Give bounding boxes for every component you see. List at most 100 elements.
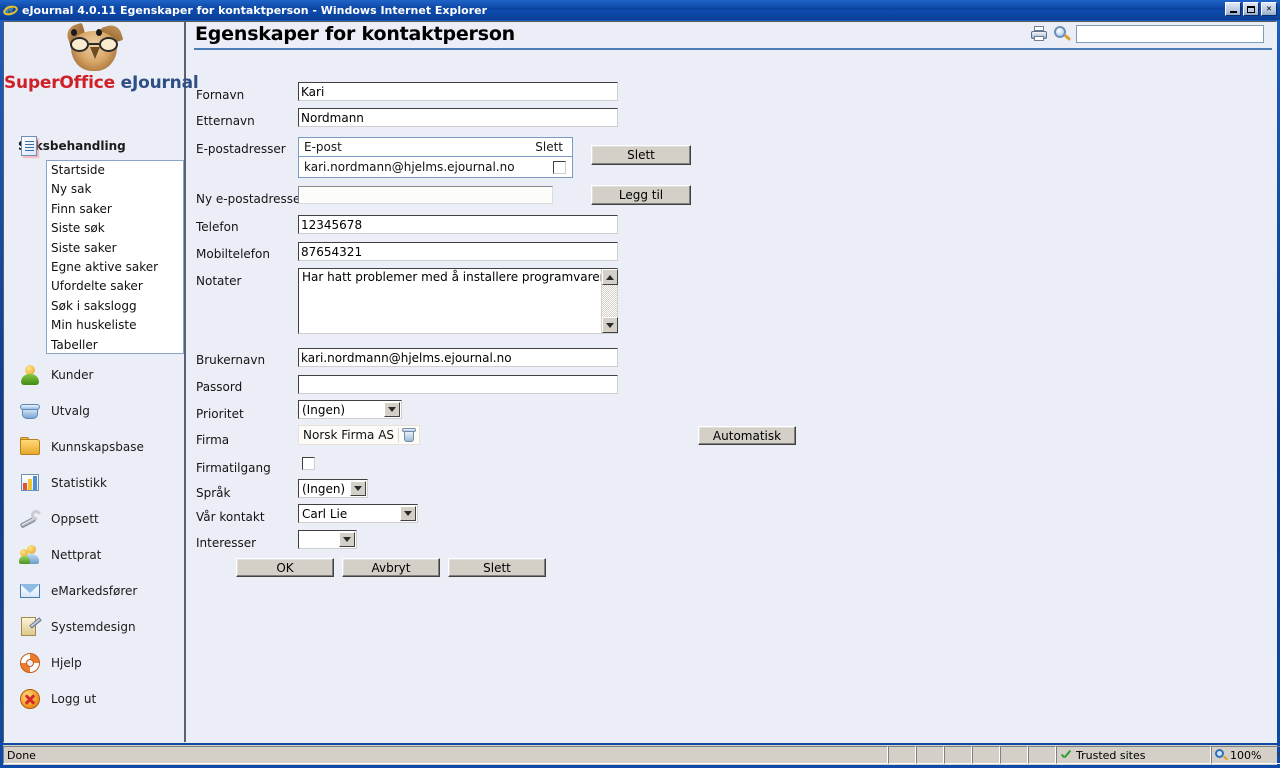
- bin-icon[interactable]: [401, 427, 417, 443]
- close-button[interactable]: ✕: [1261, 2, 1277, 16]
- email-cell: kari.nordmann@hjelms.ejournal.no: [304, 160, 515, 174]
- sidebar-item-hjelp[interactable]: Hjelp: [18, 651, 82, 675]
- sprak-label: Språk: [196, 486, 231, 500]
- sidebar-item-saksbehandling[interactable]: Saksbehandling: [18, 134, 126, 158]
- submenu-item-sok-i-sakslogg[interactable]: Søk i sakslogg: [47, 297, 183, 316]
- sidebar-item-logg-ut[interactable]: Logg ut: [18, 687, 96, 711]
- person-icon: [18, 363, 42, 387]
- automatisk-button[interactable]: Automatisk: [698, 426, 796, 445]
- notater-textarea[interactable]: Har hatt problemer med å installere prog…: [298, 268, 618, 334]
- slett-epost-button[interactable]: Slett: [591, 145, 691, 165]
- email-delete-checkbox[interactable]: [553, 160, 566, 174]
- interesser-select[interactable]: [298, 530, 357, 549]
- search-input[interactable]: [1076, 25, 1264, 43]
- submenu-item-egne-aktive-saker[interactable]: Egne aktive saker: [47, 258, 183, 277]
- var-kontakt-label: Vår kontakt: [196, 510, 265, 524]
- mobiltelefon-input[interactable]: [298, 242, 618, 261]
- window-title: eJournal 4.0.11 Egenskaper for kontaktpe…: [22, 3, 488, 17]
- legg-til-button[interactable]: Legg til: [591, 185, 691, 205]
- green-check-icon: [1060, 749, 1072, 761]
- ny-epostadresse-label: Ny e-postadresse: [196, 192, 301, 206]
- prioritet-value: (Ingen): [302, 402, 346, 417]
- document-icon: [21, 136, 37, 156]
- sidebar-item-emarkedsforer[interactable]: eMarkedsfører: [18, 579, 137, 603]
- owl-logo-icon: [63, 22, 125, 73]
- sidebar-item-label: Logg ut: [51, 692, 97, 706]
- submenu-item-tabeller[interactable]: Tabeller: [47, 336, 183, 355]
- ny-epostadresse-input[interactable]: [298, 186, 553, 204]
- telefon-input[interactable]: [298, 215, 618, 234]
- chevron-down-icon[interactable]: [339, 532, 355, 547]
- var-kontakt-select[interactable]: Carl Lie: [298, 504, 418, 523]
- submenu-item-siste-saker[interactable]: Siste saker: [47, 239, 183, 258]
- header-divider: [194, 48, 1272, 50]
- basket-icon: [18, 399, 42, 423]
- header-tools: [1030, 25, 1264, 43]
- zoom-control[interactable]: 100%: [1211, 746, 1280, 764]
- firma-field[interactable]: Norsk Firma AS: [298, 425, 421, 445]
- epostadresser-label: E-postadresser: [196, 142, 286, 156]
- chevron-down-icon[interactable]: [350, 481, 366, 496]
- submenu-item-startside[interactable]: Startside: [47, 161, 183, 180]
- chevron-down-icon: [606, 322, 614, 328]
- browser-client-area: SuperOffice eJournal Saksbehandling Star…: [3, 21, 1277, 743]
- sprak-select[interactable]: (Ingen): [298, 479, 368, 498]
- sidebar: SuperOffice eJournal Saksbehandling Star…: [4, 22, 199, 742]
- submenu-item-siste-sok[interactable]: Siste søk: [47, 219, 183, 238]
- minimize-button[interactable]: [1225, 2, 1241, 16]
- email-table-header: E-post Slett: [299, 138, 572, 157]
- sidebar-item-nettprat[interactable]: Nettprat: [18, 543, 101, 567]
- notater-label: Notater: [196, 274, 242, 288]
- status-pane: [1000, 746, 1028, 764]
- etternavn-input[interactable]: [298, 108, 618, 127]
- sidebar-item-utvalg[interactable]: Utvalg: [18, 399, 90, 423]
- brukernavn-input[interactable]: [298, 348, 618, 367]
- printer-icon[interactable]: [1030, 26, 1048, 42]
- sidebar-item-statistikk[interactable]: Statistikk: [18, 471, 107, 495]
- scroll-up-button[interactable]: [602, 269, 618, 285]
- sidebar-item-label: Systemdesign: [51, 620, 136, 634]
- passord-input[interactable]: [298, 375, 618, 394]
- submenu-item-ufordelte-saker[interactable]: Ufordelte saker: [47, 277, 183, 296]
- slett-button[interactable]: Slett: [448, 558, 546, 577]
- sidebar-item-kunder[interactable]: Kunder: [18, 363, 93, 387]
- etternavn-label: Etternavn: [196, 114, 255, 128]
- telefon-label: Telefon: [196, 220, 239, 234]
- status-pane: [944, 746, 972, 764]
- sidebar-item-systemdesign[interactable]: Systemdesign: [18, 615, 136, 639]
- fornavn-input[interactable]: [298, 82, 618, 101]
- sidebar-item-label: Statistikk: [51, 476, 107, 490]
- submenu-item-min-huskeliste[interactable]: Min huskeliste: [47, 316, 183, 335]
- security-zone[interactable]: Trusted sites: [1056, 746, 1211, 764]
- maximize-button[interactable]: [1243, 2, 1259, 16]
- security-zone-label: Trusted sites: [1076, 748, 1146, 762]
- window-controls: ✕: [1225, 2, 1277, 16]
- prioritet-select[interactable]: (Ingen): [298, 400, 402, 419]
- notater-scrollbar[interactable]: [601, 269, 618, 333]
- folder-icon: [18, 435, 42, 459]
- logo-brand: SuperOffice: [4, 73, 115, 93]
- ok-button[interactable]: OK: [236, 558, 334, 577]
- sidebar-item-kunnskapsbase[interactable]: Kunnskapsbase: [18, 435, 144, 459]
- sidebar-item-oppsett[interactable]: Oppsett: [18, 507, 99, 531]
- zoom-icon: [1215, 749, 1229, 761]
- scroll-down-button[interactable]: [602, 317, 618, 333]
- chevron-down-icon[interactable]: [400, 506, 416, 521]
- firmatilgang-checkbox[interactable]: [302, 457, 315, 470]
- submenu-item-ny-sak[interactable]: Ny sak: [47, 180, 183, 199]
- status-pane: [888, 746, 916, 764]
- page-content: SuperOffice eJournal Saksbehandling Star…: [4, 22, 1276, 742]
- avbryt-button[interactable]: Avbryt: [342, 558, 440, 577]
- sidebar-item-label: Hjelp: [51, 656, 82, 670]
- firma-value: Norsk Firma AS: [299, 428, 400, 442]
- contact-properties-form: Fornavn Etternavn E-postadresser E-post …: [188, 52, 1276, 742]
- submenu-item-finn-saker[interactable]: Finn saker: [47, 200, 183, 219]
- sprak-value: (Ingen): [302, 481, 346, 496]
- var-kontakt-value: Carl Lie: [302, 506, 348, 521]
- chevron-down-icon[interactable]: [384, 402, 400, 417]
- search-icon[interactable]: [1053, 26, 1072, 42]
- email-column-header: E-post: [304, 140, 342, 154]
- sidebar-item-label: Utvalg: [51, 404, 90, 418]
- design-icon: [18, 615, 42, 639]
- delete-column-header: Slett: [535, 140, 563, 154]
